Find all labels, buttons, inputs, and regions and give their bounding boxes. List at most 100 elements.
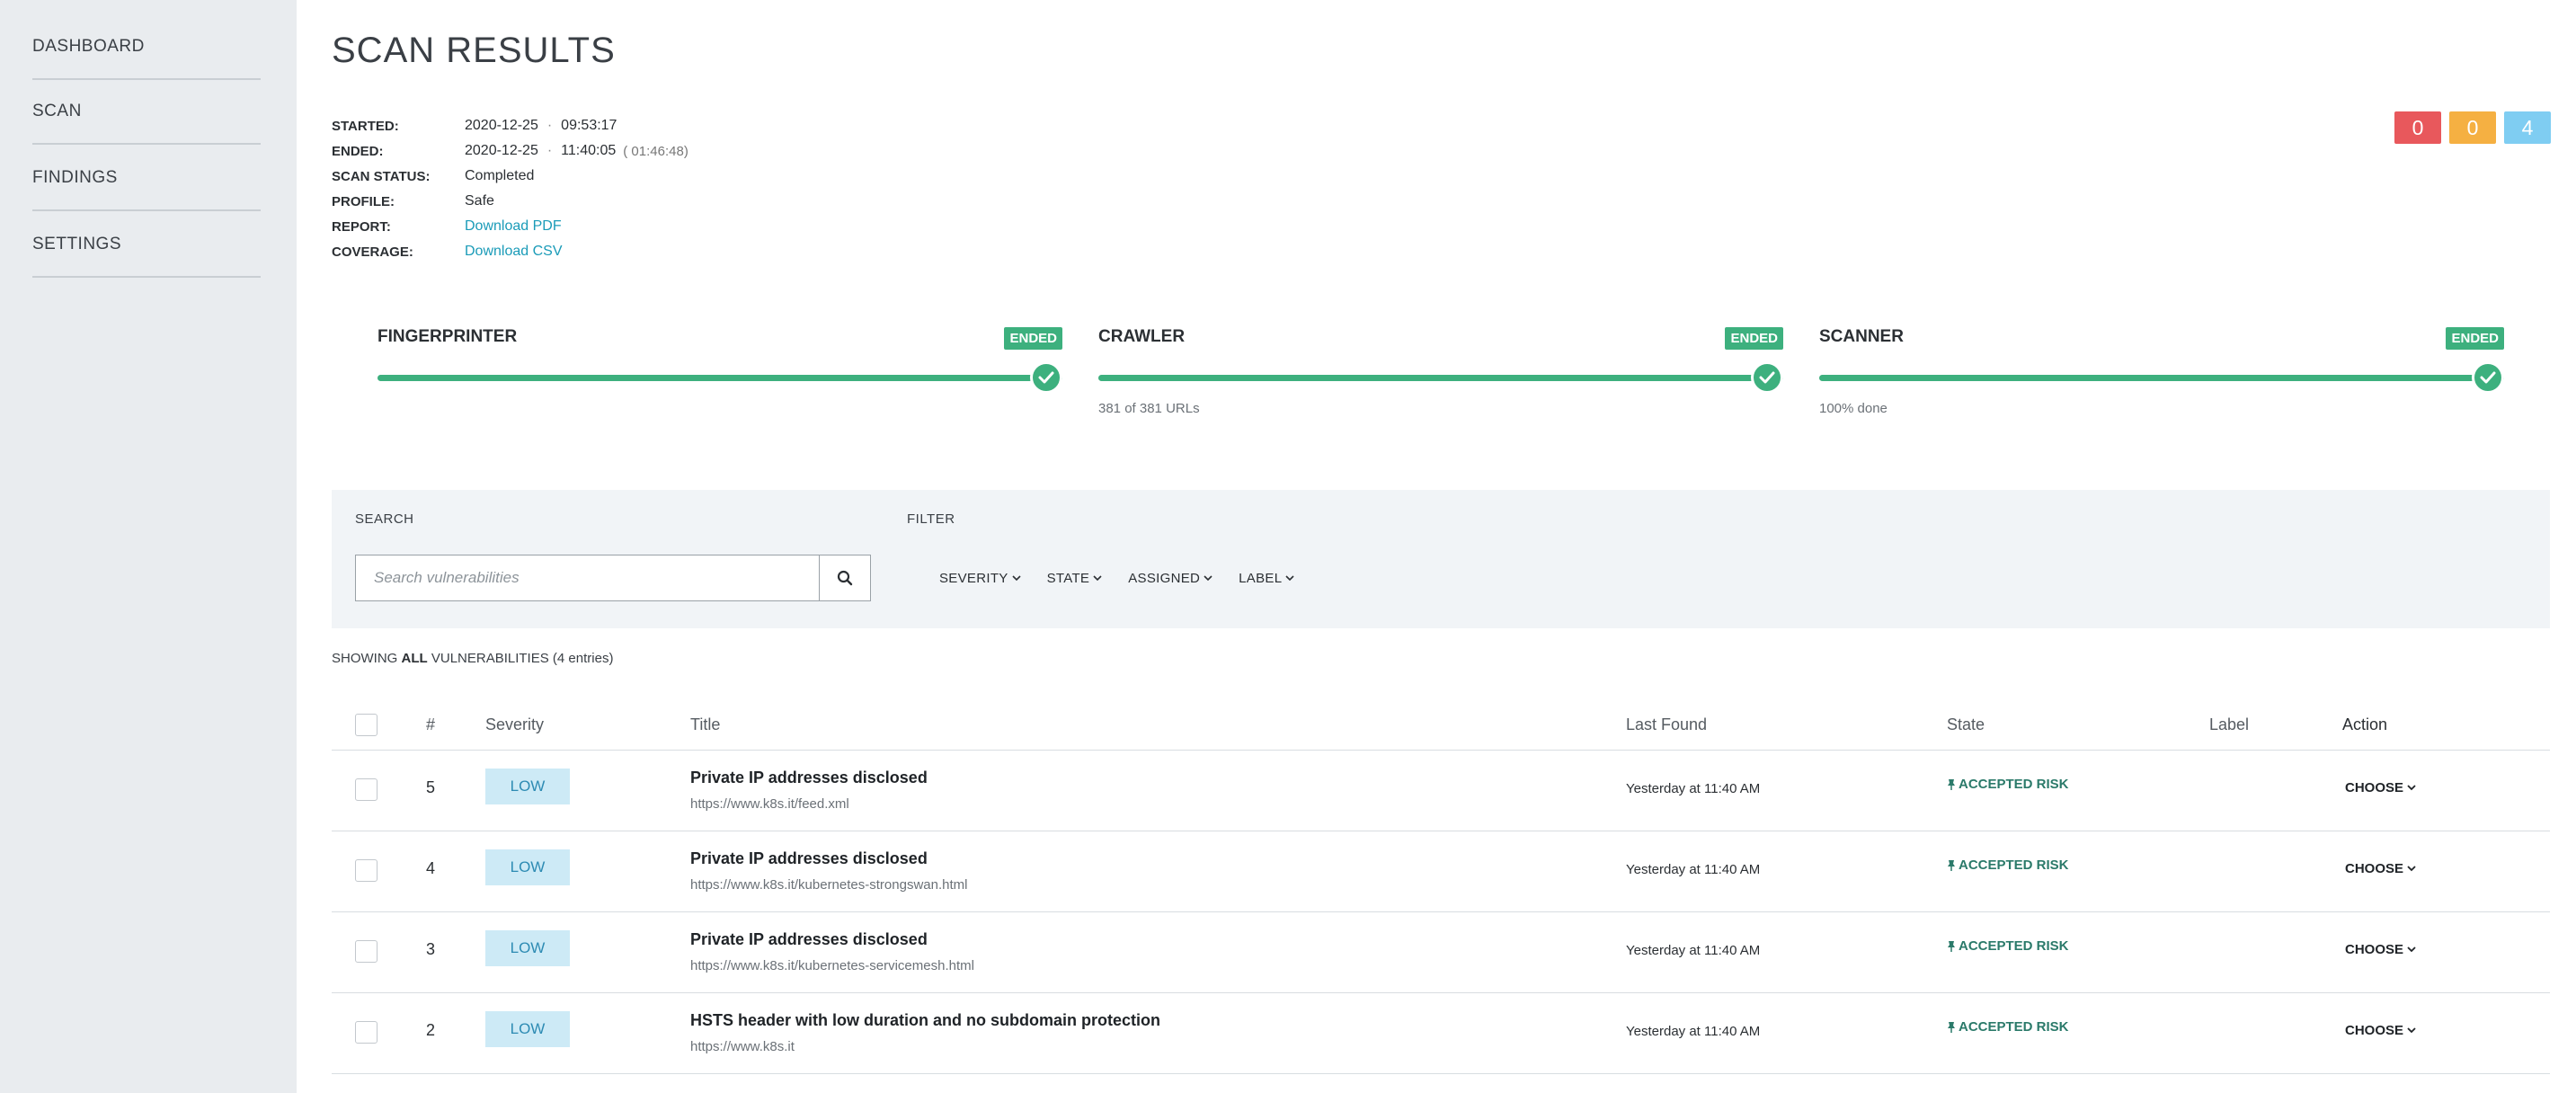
meta-coverage: COVERAGE: Download CSV [332,239,688,264]
check-icon [1751,361,1783,394]
progress-track [378,375,1062,381]
col-header-state[interactable]: State [1947,715,1985,734]
state-badge: ACCEPTED RISK [1947,938,2069,954]
meta-status: SCAN STATUS: Completed [332,164,688,189]
severity-badge: LOW [485,1011,570,1047]
filter-severity-dropdown[interactable]: SEVERITY [939,571,1021,586]
table-row[interactable]: 5 LOW Private IP addresses disclosed htt… [332,751,2550,831]
chevron-down-icon [2407,866,2416,872]
search-icon [837,570,853,586]
row-checkbox[interactable] [355,1021,378,1044]
col-header-title[interactable]: Title [690,715,720,734]
row-number: 4 [426,859,436,877]
state-label: ACCEPTED RISK [1959,858,2069,873]
vulnerability-title[interactable]: HSTS header with low duration and no sub… [690,1011,1160,1030]
choose-action-dropdown[interactable]: CHOOSE [2345,861,2416,876]
progress-track [1819,375,2504,381]
chevron-down-icon [1012,575,1021,582]
vulnerability-url: https://www.k8s.it/kubernetes-servicemes… [690,958,974,973]
severity-counters: 0 0 4 [2394,111,2551,144]
meta-ended: ENDED: 2020-12-25 · 11:40:05 ( 01:46:48) [332,138,688,164]
sidebar-item-settings[interactable]: SETTINGS [32,213,261,278]
filter-state-dropdown[interactable]: STATE [1047,571,1103,586]
download-csv-link[interactable]: Download CSV [465,244,563,260]
chevron-down-icon [1285,575,1294,582]
summary-prefix: SHOWING [332,651,398,666]
vulnerability-url: https://www.k8s.it/kubernetes-strongswan… [690,877,968,893]
filter-assigned-dropdown[interactable]: ASSIGNED [1128,571,1212,586]
separator: · [546,118,553,133]
col-header-severity[interactable]: Severity [485,715,544,734]
choose-action-dropdown[interactable]: CHOOSE [2345,942,2416,957]
stage-name: FINGERPRINTER [378,327,518,346]
scan-meta: STARTED: 2020-12-25 · 09:53:17 ENDED: 20… [332,113,688,264]
stage-name: SCANNER [1819,327,1904,346]
sidebar-item-scan[interactable]: SCAN [32,80,261,145]
last-found: Yesterday at 11:40 AM [1626,943,1761,958]
pin-icon [1948,1021,1955,1033]
filter-label: FILTER [907,511,955,527]
low-count-badge[interactable]: 4 [2504,111,2551,144]
stage-name: CRAWLER [1098,327,1186,346]
chevron-down-icon [2407,946,2416,953]
state-label: ACCEPTED RISK [1959,938,2069,954]
meta-label: ENDED: [332,143,384,159]
sidebar-item-findings[interactable]: FINDINGS [32,147,261,211]
separator: · [546,143,553,158]
meta-label: REPORT: [332,218,391,235]
state-label: ACCEPTED RISK [1959,777,2069,792]
choose-action-dropdown[interactable]: CHOOSE [2345,1023,2416,1038]
table-row[interactable]: 4 LOW Private IP addresses disclosed htt… [332,831,2550,912]
search-label: SEARCH [355,511,414,527]
row-checkbox[interactable] [355,859,378,882]
stage-scanner: SCANNER ENDED 100% done [1819,325,2504,424]
row-number: 5 [426,778,436,796]
choose-action-dropdown[interactable]: CHOOSE [2345,780,2416,795]
results-summary: SHOWING ALL VULNERABILITIES (4 entries) [332,651,613,666]
filter-label-dropdown[interactable]: LABEL [1239,571,1294,586]
severity-badge: LOW [485,849,570,885]
row-number: 2 [426,1021,436,1039]
ended-time: 11:40:05 [561,143,617,158]
row-checkbox[interactable] [355,778,378,801]
search-input[interactable] [356,555,819,600]
vulnerabilities-table: # Severity Title Last Found State Label … [332,706,2550,1074]
sidebar-item-dashboard[interactable]: DASHBOARD [32,15,261,80]
stage-status-badge: ENDED [2446,327,2504,350]
vulnerability-url: https://www.k8s.it [690,1039,795,1054]
chevron-down-icon [2407,785,2416,791]
row-checkbox[interactable] [355,940,378,963]
vulnerability-title[interactable]: Private IP addresses disclosed [690,930,928,949]
sidebar-item-label: SCAN [32,102,82,120]
meta-profile: PROFILE: Safe [332,189,688,214]
meta-label: COVERAGE: [332,244,413,260]
select-all-checkbox[interactable] [355,714,378,736]
table-row[interactable]: 2 LOW HSTS header with low duration and … [332,993,2550,1074]
vulnerability-title[interactable]: Private IP addresses disclosed [690,769,928,787]
meta-started: STARTED: 2020-12-25 · 09:53:17 [332,113,688,138]
sidebar-item-label: SETTINGS [32,235,122,253]
search-filter-panel: SEARCH FILTER SEVERITY STATE ASSIGNED LA… [332,490,2550,628]
sidebar-item-label: FINDINGS [32,168,118,187]
filter-label-text: STATE [1046,571,1090,586]
summary-suffix: VULNERABILITIES [431,651,549,666]
ended-date: 2020-12-25 [465,143,538,158]
progress-fill [378,375,1062,381]
high-count-badge[interactable]: 0 [2394,111,2441,144]
meta-label: PROFILE: [332,193,395,209]
search-button[interactable] [819,555,870,600]
summary-count: (4 entries) [552,651,614,666]
row-number: 3 [426,940,436,958]
chevron-down-icon [2407,1027,2416,1034]
table-row[interactable]: 3 LOW Private IP addresses disclosed htt… [332,912,2550,993]
progress-fill [1098,375,1783,381]
table-header: # Severity Title Last Found State Label … [332,706,2550,751]
medium-count-badge[interactable]: 0 [2449,111,2496,144]
choose-label: CHOOSE [2345,942,2404,957]
vulnerability-title[interactable]: Private IP addresses disclosed [690,849,928,868]
filter-dropdowns: SEVERITY STATE ASSIGNED LABEL [939,571,1294,586]
stage-status-badge: ENDED [1725,327,1783,350]
filter-label-text: SEVERITY [939,571,1008,586]
download-pdf-link[interactable]: Download PDF [465,218,562,235]
col-header-last-found[interactable]: Last Found [1626,715,1707,734]
